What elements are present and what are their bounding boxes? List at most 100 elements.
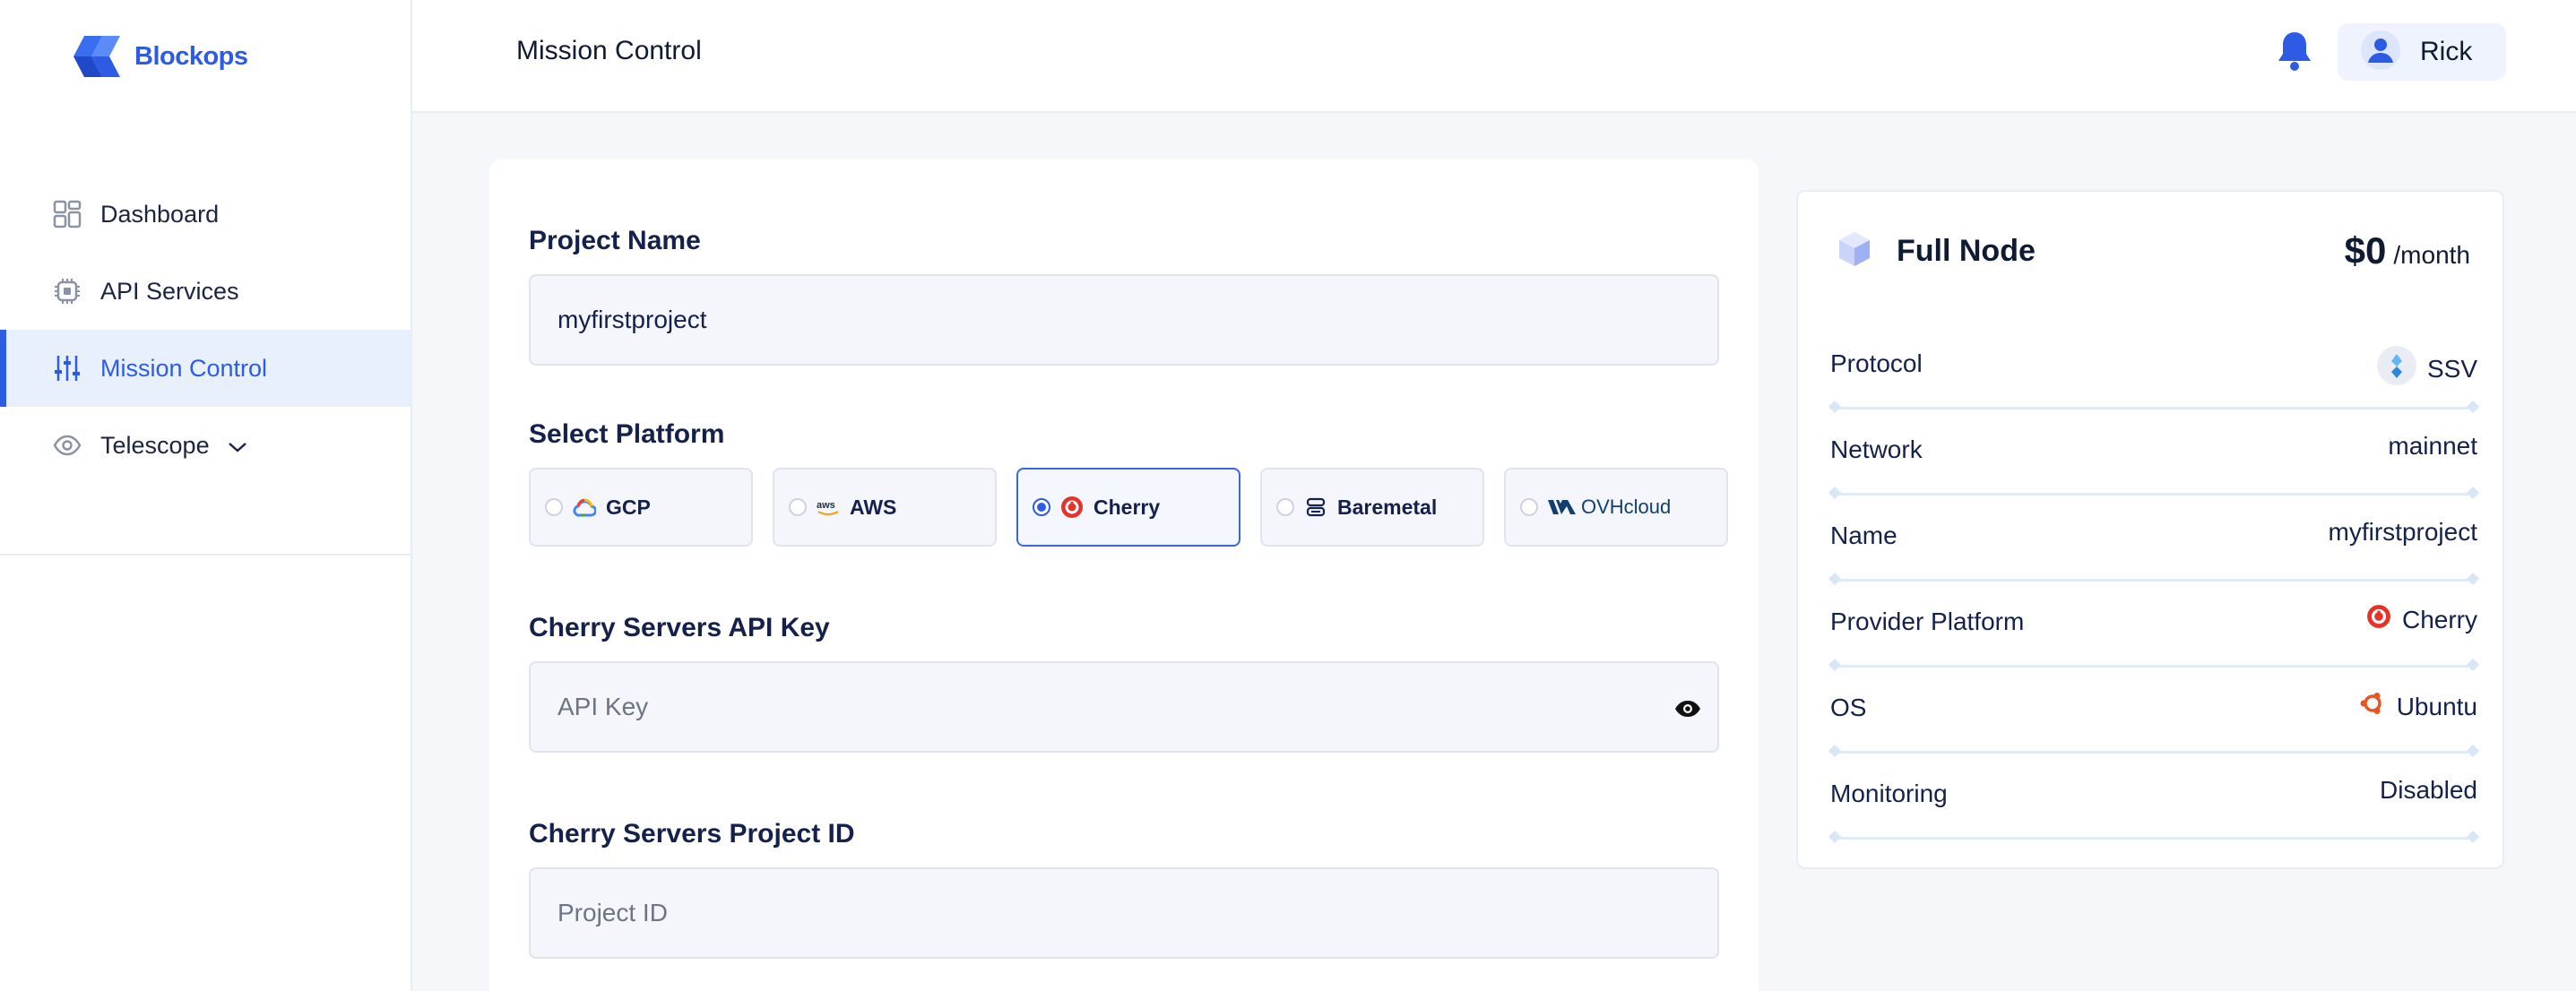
- summary-key: Network: [1830, 435, 1923, 463]
- eye-icon: [52, 430, 82, 461]
- summary-value: Ubuntu: [2359, 690, 2477, 723]
- platform-label: AWS: [850, 495, 897, 519]
- summary-key: Protocol: [1830, 349, 1923, 377]
- summary-value: mainnet: [2388, 432, 2477, 461]
- row-divider: [1834, 493, 2474, 496]
- ssv-icon: [2376, 346, 2416, 392]
- summary-value-text: SSV: [2426, 354, 2477, 383]
- page-title: Mission Control: [516, 36, 702, 65]
- ubuntu-icon: [2359, 690, 2386, 723]
- user-name: Rick: [2420, 37, 2473, 66]
- node-cube-icon: [1834, 228, 1875, 274]
- select-platform-label: Select Platform: [529, 419, 725, 449]
- summary-value: myfirstproject: [2329, 518, 2477, 547]
- platform-option-baremetal[interactable]: Baremetal: [1260, 468, 1484, 547]
- summary-row-protocol: Protocol SSV: [1830, 342, 2477, 428]
- sidebar: Blockops Dashboard API Services Mission …: [0, 0, 412, 991]
- summary-value-text: Disabled: [2380, 776, 2477, 804]
- summary-row-os: OS Ubuntu: [1830, 686, 2477, 772]
- sidebar-item-label: API Services: [100, 277, 239, 305]
- summary-rows: Protocol SSV Network mainnet Name myfirs…: [1830, 342, 2477, 858]
- summary-row-name: Name myfirstproject: [1830, 514, 2477, 600]
- user-menu[interactable]: Rick: [2338, 23, 2506, 81]
- avatar: [2361, 30, 2400, 74]
- api-key-input[interactable]: API Key: [529, 661, 1719, 753]
- project-form: Project Name myfirstproject Select Platf…: [489, 159, 1759, 991]
- summary-value-text: mainnet: [2388, 432, 2477, 460]
- price-unit: /month: [2393, 241, 2470, 269]
- node-summary-card: Full Node $0 /month Protocol SSV Network…: [1796, 190, 2504, 869]
- chevron-down-icon[interactable]: [228, 432, 247, 460]
- summary-value: Cherry: [2366, 604, 2477, 635]
- project-id-input[interactable]: Project ID: [529, 867, 1719, 959]
- dashboard-icon: [52, 199, 82, 229]
- sidebar-item-mission-control[interactable]: Mission Control: [0, 330, 411, 407]
- ovhcloud-logo: OVHcloud: [1547, 495, 1671, 520]
- sidebar-item-api-services[interactable]: API Services: [0, 253, 411, 330]
- row-divider: [1834, 751, 2474, 754]
- api-key-placeholder: API Key: [558, 693, 649, 720]
- brand-logo[interactable]: Blockops: [72, 34, 248, 79]
- platform-selector: GCP aws AWS Cherry Baremetal OVHcloud: [529, 468, 1728, 547]
- summary-row-provider-platform: Provider Platform Cherry: [1830, 600, 2477, 686]
- gcp-icon: [572, 495, 597, 520]
- sidebar-divider: [0, 554, 412, 556]
- node-type-title: Full Node: [1897, 233, 2036, 268]
- radio-button[interactable]: [1520, 498, 1538, 516]
- sidebar-item-telescope[interactable]: Telescope: [0, 407, 411, 484]
- summary-key: Provider Platform: [1830, 608, 2025, 635]
- top-header: Mission Control Rick: [412, 0, 2576, 113]
- platform-option-ovhcloud[interactable]: OVHcloud: [1504, 468, 1728, 547]
- sliders-icon: [52, 353, 82, 383]
- project-name-label: Project Name: [529, 226, 701, 255]
- row-divider: [1834, 665, 2474, 668]
- summary-value-text: myfirstproject: [2328, 518, 2477, 546]
- server-icon: [1303, 495, 1328, 520]
- summary-row-network: Network mainnet: [1830, 428, 2477, 514]
- summary-row-monitoring: Monitoring Disabled: [1830, 772, 2477, 858]
- svg-text:aws: aws: [817, 500, 835, 511]
- api-key-label: Cherry Servers API Key: [529, 613, 830, 642]
- platform-option-cherry[interactable]: Cherry: [1016, 468, 1240, 547]
- summary-value-text: Cherry: [2401, 605, 2477, 633]
- summary-key: Monitoring: [1830, 780, 1948, 807]
- sidebar-item-label: Telescope: [100, 431, 210, 459]
- sidebar-nav: Dashboard API Services Mission Control T…: [0, 176, 411, 484]
- row-divider: [1834, 579, 2474, 582]
- platform-label: Cherry: [1094, 495, 1161, 519]
- notification-bell-icon[interactable]: [2275, 29, 2314, 73]
- summary-header: Full Node $0 /month: [1834, 224, 2470, 278]
- project-id-placeholder: Project ID: [558, 899, 668, 926]
- radio-button[interactable]: [1276, 498, 1294, 516]
- chip-icon: [52, 276, 82, 306]
- blockops-logo-icon: [73, 36, 120, 77]
- summary-value: SSV: [2376, 346, 2477, 392]
- project-name-value: myfirstproject: [558, 306, 707, 333]
- aws-icon: aws: [816, 495, 841, 520]
- summary-key: OS: [1830, 694, 1867, 721]
- cherry-icon: [1059, 495, 1085, 520]
- summary-value: Disabled: [2380, 776, 2477, 805]
- project-name-input[interactable]: myfirstproject: [529, 274, 1719, 366]
- platform-label: Baremetal: [1337, 495, 1438, 519]
- summary-key: Name: [1830, 521, 1897, 549]
- sidebar-item-dashboard[interactable]: Dashboard: [0, 176, 411, 253]
- row-divider: [1834, 407, 2474, 409]
- cherry-icon: [2366, 604, 2391, 635]
- project-id-label: Cherry Servers Project ID: [529, 819, 855, 849]
- brand-name: Blockops: [134, 41, 248, 71]
- price: $0 /month: [2345, 229, 2470, 272]
- radio-button[interactable]: [789, 498, 807, 516]
- row-divider: [1834, 837, 2474, 840]
- ovhcloud-wordmark: OVHcloud: [1581, 496, 1672, 518]
- platform-option-aws[interactable]: aws AWS: [773, 468, 997, 547]
- price-amount: $0: [2344, 229, 2387, 271]
- platform-label: GCP: [606, 495, 651, 519]
- sidebar-item-label: Dashboard: [100, 200, 220, 228]
- radio-button[interactable]: [545, 498, 563, 516]
- show-password-eye-icon[interactable]: [1674, 697, 1701, 719]
- sidebar-item-label: Mission Control: [100, 354, 268, 382]
- summary-value-text: Ubuntu: [2396, 692, 2477, 720]
- radio-button-selected[interactable]: [1033, 498, 1050, 516]
- platform-option-gcp[interactable]: GCP: [529, 468, 753, 547]
